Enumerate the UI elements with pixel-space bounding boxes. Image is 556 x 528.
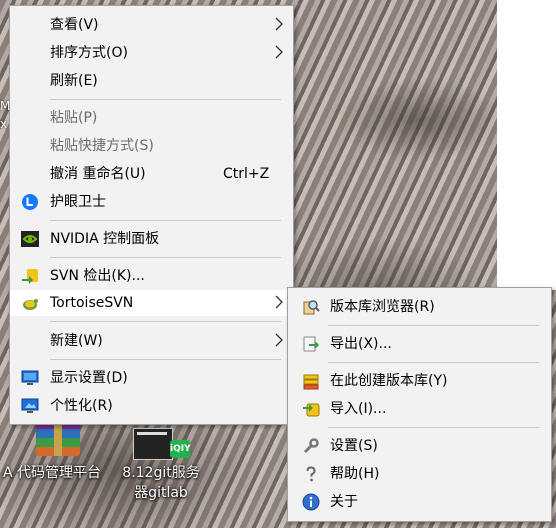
repo-browser-icon (303, 300, 320, 315)
menu-item-label: 显示设置(D) (50, 370, 128, 386)
menu-item-refresh[interactable]: 刷新(E) (10, 68, 293, 94)
chevron-right-icon (275, 333, 283, 347)
menu-item-label: 排序方式(O) (50, 45, 128, 61)
menu-item-label: 新建(W) (50, 333, 103, 349)
create-repo-icon (303, 374, 319, 390)
menu-item-view[interactable]: 查看(V) (10, 12, 293, 38)
iqiyi-icon: iQIY (170, 440, 191, 458)
menu-item-label: 关于 (330, 494, 358, 510)
menu-item-label: 护眼卫士 (50, 194, 106, 210)
eye-guard-icon (22, 194, 38, 210)
menu-item-label: 查看(V) (50, 17, 99, 33)
menu-item-label: 设置(S) (330, 438, 378, 454)
menu-item-label: TortoiseSVN (50, 295, 134, 311)
menu-item-label: 帮助(H) (330, 466, 380, 482)
submenu-item-import[interactable]: 导入(I)... (288, 396, 551, 422)
menu-item-label: 粘贴快捷方式(S) (50, 138, 154, 154)
menu-item-sort[interactable]: 排序方式(O) (10, 40, 293, 66)
menu-item-paste-shortcut[interactable]: 粘贴快捷方式(S) (10, 133, 293, 159)
menu-separator (50, 257, 281, 258)
chevron-right-icon (275, 45, 283, 59)
menu-item-label: 个性化(R) (50, 398, 113, 414)
menu-separator (328, 427, 539, 428)
menu-separator (50, 220, 281, 221)
menu-separator (50, 359, 281, 360)
import-icon (303, 403, 320, 417)
svn-checkout-icon (22, 269, 38, 284)
submenu-item-export[interactable]: 导出(X)... (288, 331, 551, 357)
menu-item-label: NVIDIA 控制面板 (50, 231, 160, 247)
desktop-icon-label[interactable]: 8.12git服务器gitlab (116, 463, 206, 503)
menu-item-label: 在此创建版本库(Y) (330, 373, 448, 389)
menu-separator (328, 362, 539, 363)
tortoisesvn-icon (23, 299, 38, 310)
personalize-icon (21, 398, 39, 413)
menu-item-display-settings[interactable]: 显示设置(D) (10, 365, 293, 391)
menu-separator (328, 325, 539, 326)
nvidia-icon (21, 231, 39, 247)
screenshot-file-icon[interactable] (133, 428, 173, 460)
submenu-item-create-repo[interactable]: 在此创建版本库(Y) (288, 368, 551, 394)
winrar-archive-icon[interactable] (36, 420, 80, 456)
window-behind (497, 0, 556, 290)
submenu-item-help[interactable]: 帮助(H) (288, 461, 551, 487)
submenu-item-about[interactable]: 关于 (288, 489, 551, 515)
menu-item-nvidia[interactable]: NVIDIA 控制面板 (10, 226, 293, 252)
submenu-item-repo-browser[interactable]: 版本库浏览器(R) (288, 294, 551, 320)
chevron-right-icon (275, 17, 283, 31)
menu-item-personalize[interactable]: 个性化(R) (10, 393, 293, 419)
desktop-context-menu: 查看(V) 排序方式(O) 刷新(E) 粘贴(P) 粘贴快捷方式(S) 撤消 重… (9, 5, 294, 425)
menu-separator (50, 99, 281, 100)
menu-item-label: 撤消 重命名(U) (50, 166, 146, 182)
menu-item-label: 导入(I)... (330, 401, 387, 417)
menu-item-label: 导出(X)... (330, 336, 392, 352)
menu-item-label: 版本库浏览器(R) (330, 299, 435, 315)
menu-item-label: SVN 检出(K)... (50, 268, 145, 284)
menu-item-shortcut: Ctrl+Z (223, 166, 270, 182)
wrench-icon (303, 438, 319, 454)
menu-item-label: 刷新(E) (50, 73, 98, 89)
display-settings-icon (21, 370, 39, 385)
menu-item-eye-guard[interactable]: 护眼卫士 (10, 189, 293, 215)
menu-item-undo-rename[interactable]: 撤消 重命名(U) Ctrl+Z (10, 161, 293, 187)
chevron-right-icon (275, 295, 283, 309)
menu-separator (50, 321, 281, 322)
desktop-icon-label[interactable]: A 代码管理平台 (3, 463, 111, 483)
menu-item-new[interactable]: 新建(W) (10, 328, 293, 354)
tortoisesvn-submenu: 版本库浏览器(R) 导出(X)... 在此创建版本库(Y) 导入(I)... 设… (287, 287, 552, 522)
submenu-item-settings[interactable]: 设置(S) (288, 433, 551, 459)
menu-item-svn-checkout[interactable]: SVN 检出(K)... (10, 263, 293, 289)
menu-item-label: 粘贴(P) (50, 110, 98, 126)
export-icon (303, 336, 319, 352)
help-icon (306, 466, 316, 482)
info-icon (302, 493, 320, 511)
menu-item-tortoisesvn[interactable]: TortoiseSVN (10, 290, 293, 316)
menu-item-paste[interactable]: 粘贴(P) (10, 105, 293, 131)
